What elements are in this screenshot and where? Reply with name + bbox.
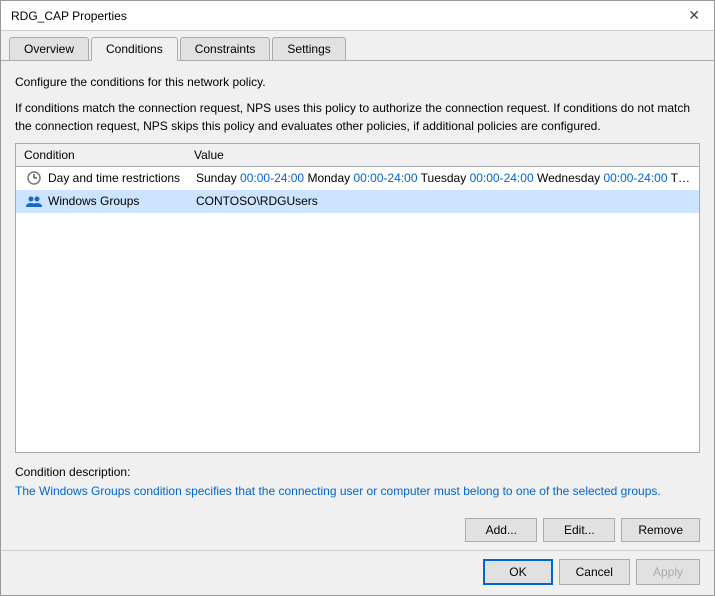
- tab-constraints[interactable]: Constraints: [180, 37, 271, 60]
- condition-desc-label: Condition description:: [15, 465, 700, 479]
- apply-button[interactable]: Apply: [636, 559, 700, 585]
- table-row[interactable]: Day and time restrictions Sunday 00:00-2…: [16, 167, 699, 190]
- title-bar: RDG_CAP Properties ✕: [1, 1, 714, 31]
- row-condition-label: Windows Groups: [48, 194, 196, 208]
- conditions-table: Condition Value Day and time restriction…: [15, 143, 700, 453]
- clock-icon: [24, 170, 44, 186]
- condition-description-section: Condition description: The Windows Group…: [15, 465, 700, 500]
- tab-bar: Overview Conditions Constraints Settings: [1, 31, 714, 61]
- remove-button[interactable]: Remove: [621, 518, 700, 542]
- description-line2: If conditions match the connection reque…: [15, 99, 700, 135]
- row-value: Sunday 00:00-24:00 Monday 00:00-24:00 Tu…: [196, 171, 691, 185]
- window-title: RDG_CAP Properties: [11, 9, 127, 23]
- main-content: Configure the conditions for this networ…: [1, 61, 714, 512]
- row-condition-label: Day and time restrictions: [48, 171, 196, 185]
- tab-overview[interactable]: Overview: [9, 37, 89, 60]
- cancel-button[interactable]: Cancel: [559, 559, 630, 585]
- edit-button[interactable]: Edit...: [543, 518, 615, 542]
- properties-dialog: RDG_CAP Properties ✕ Overview Conditions…: [0, 0, 715, 596]
- add-button[interactable]: Add...: [465, 518, 537, 542]
- group-icon: [24, 193, 44, 209]
- row-value: CONTOSO\RDGUsers: [196, 194, 691, 208]
- close-button[interactable]: ✕: [684, 7, 704, 24]
- tab-conditions[interactable]: Conditions: [91, 37, 178, 61]
- action-button-row: Add... Edit... Remove: [1, 512, 714, 550]
- table-header: Condition Value: [16, 144, 699, 167]
- tab-settings[interactable]: Settings: [272, 37, 345, 60]
- column-header-value: Value: [194, 148, 691, 162]
- table-row[interactable]: Windows Groups CONTOSO\RDGUsers: [16, 190, 699, 213]
- description-line1: Configure the conditions for this networ…: [15, 73, 700, 91]
- condition-desc-text: The Windows Groups condition specifies t…: [15, 483, 700, 500]
- bottom-button-row: OK Cancel Apply: [1, 550, 714, 595]
- column-header-condition: Condition: [24, 148, 194, 162]
- ok-button[interactable]: OK: [483, 559, 552, 585]
- table-body: Day and time restrictions Sunday 00:00-2…: [16, 167, 699, 452]
